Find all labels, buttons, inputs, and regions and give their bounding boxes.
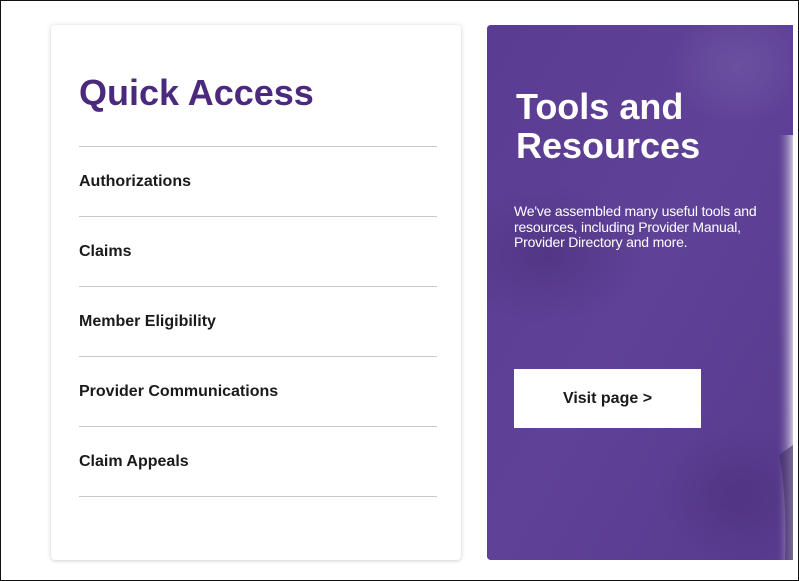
quick-link-claim-appeals[interactable]: Claim Appeals (79, 453, 189, 471)
quick-link-member-eligibility[interactable]: Member Eligibility (79, 313, 216, 331)
tools-title-line-2: Resources (516, 125, 701, 166)
quick-link-claims[interactable]: Claims (79, 243, 131, 261)
quick-access-list: Authorizations Claims Member Eligibility… (79, 146, 437, 497)
page-frame: Quick Access Authorizations Claims Membe… (0, 0, 799, 581)
quick-link-provider-communications[interactable]: Provider Communications (79, 383, 278, 401)
quick-access-title: Quick Access (79, 72, 314, 113)
visit-page-button[interactable]: Visit page > (514, 369, 701, 428)
list-item: Member Eligibility (79, 287, 437, 357)
tools-title: Tools and Resources (516, 87, 776, 165)
tools-content: Tools and Resources We've assembled many … (487, 25, 793, 560)
quick-access-card: Quick Access Authorizations Claims Membe… (51, 25, 461, 560)
list-item: Provider Communications (79, 357, 437, 427)
list-item: Authorizations (79, 147, 437, 217)
list-item: Claim Appeals (79, 427, 437, 497)
list-item: Claims (79, 217, 437, 287)
tools-title-line-1: Tools and (516, 86, 684, 127)
quick-link-authorizations[interactable]: Authorizations (79, 173, 191, 191)
tools-description: We've assembled many useful tools and re… (514, 203, 757, 250)
tools-resources-card: Tools and Resources We've assembled many … (487, 25, 793, 560)
